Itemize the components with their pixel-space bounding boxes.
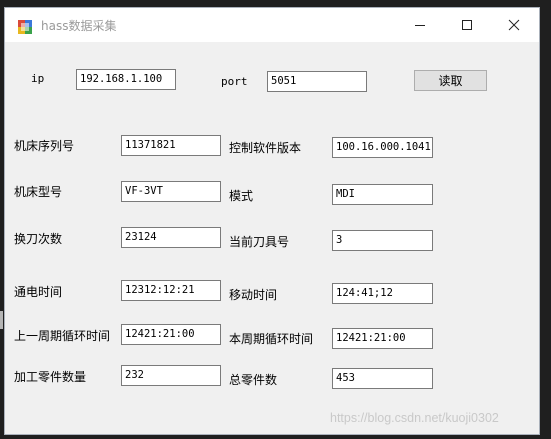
resize-grip[interactable]: [0, 311, 3, 329]
maximize-button[interactable]: [444, 8, 490, 42]
current-tool-label: 当前刀具号: [229, 235, 290, 249]
software-version-field[interactable]: 100.16.000.1041: [332, 137, 433, 158]
mode-field[interactable]: MDI: [332, 184, 433, 205]
read-button[interactable]: 读取: [414, 70, 487, 91]
minimize-button[interactable]: [397, 8, 443, 42]
serial-number-field[interactable]: 11371821: [121, 135, 221, 156]
current-cycle-time-field[interactable]: 12421:21:00: [332, 328, 433, 349]
parts-machined-label: 加工零件数量: [14, 370, 87, 384]
software-version-label: 控制软件版本: [229, 141, 302, 155]
window-title: hass数据采集: [41, 19, 117, 33]
close-icon: [508, 19, 520, 31]
tool-change-count-label: 换刀次数: [14, 232, 63, 246]
total-parts-field[interactable]: 453: [332, 368, 433, 389]
app-window: hass数据采集 ip 192.168.1.100 port 5051 读取 机…: [4, 7, 540, 435]
motion-time-label: 移动时间: [229, 288, 278, 302]
serial-number-label: 机床序列号: [14, 139, 75, 153]
ip-label: ip: [31, 72, 45, 85]
last-cycle-time-field[interactable]: 12421:21:00: [121, 324, 221, 345]
total-parts-label: 总零件数: [229, 373, 278, 387]
port-label: port: [221, 75, 248, 88]
power-on-time-field[interactable]: 12312:12:21: [121, 280, 221, 301]
maximize-icon: [462, 20, 472, 30]
power-on-time-label: 通电时间: [14, 285, 63, 299]
minimize-icon: [415, 25, 425, 26]
ip-input[interactable]: 192.168.1.100: [76, 69, 176, 90]
current-tool-field[interactable]: 3: [332, 230, 433, 251]
close-button[interactable]: [491, 8, 537, 42]
last-cycle-time-label: 上一周期循环时间: [14, 329, 111, 343]
app-icon: [18, 19, 32, 34]
title-bar[interactable]: hass数据采集: [5, 8, 539, 42]
machine-model-label: 机床型号: [14, 185, 63, 199]
machine-model-field[interactable]: VF-3VT: [121, 181, 221, 202]
parts-machined-field[interactable]: 232: [121, 365, 221, 386]
mode-label: 模式: [229, 189, 254, 203]
current-cycle-time-label: 本周期循环时间: [229, 332, 314, 346]
tool-change-count-field[interactable]: 23124: [121, 227, 221, 248]
port-input[interactable]: 5051: [267, 71, 367, 92]
motion-time-field[interactable]: 124:41;12: [332, 283, 433, 304]
watermark: https://blog.csdn.net/kuoji0302: [330, 411, 499, 425]
